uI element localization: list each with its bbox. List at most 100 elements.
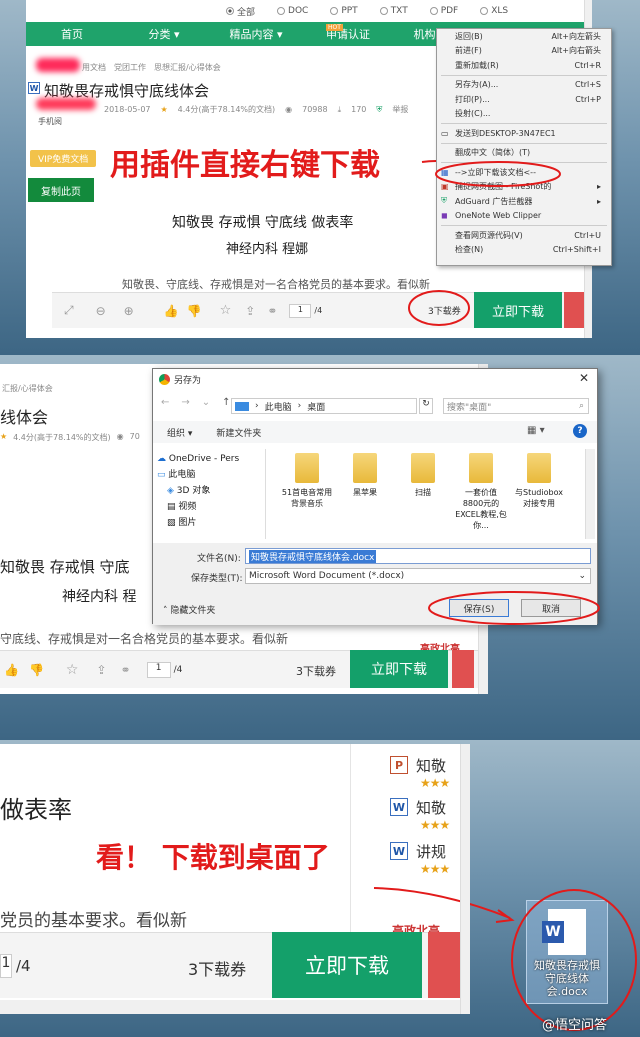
download-icon: ⤓ <box>337 104 342 114</box>
report-link[interactable]: 举报 <box>392 104 408 115</box>
refresh-icon[interactable]: ↻ <box>419 398 433 414</box>
page-input[interactable]: 1 <box>289 303 312 318</box>
sidebar-item-video[interactable]: ▤ 视频 <box>157 499 265 515</box>
menu-view-source[interactable]: 查看网页源代码(V) Ctrl+U <box>437 228 611 243</box>
menu-inspect[interactable]: 检查(N) Ctrl+Shift+I <box>437 243 611 258</box>
file-scrollbar[interactable] <box>585 449 595 539</box>
sidebar-item-onedrive[interactable]: ☁ OneDrive - Pers <box>157 451 265 467</box>
onenote-icon: ◼ <box>441 211 448 221</box>
content-author: 神经内科 程娜 <box>226 242 309 257</box>
favorite-icon[interactable]: ☆ <box>66 662 79 678</box>
format-radio-doc[interactable]: DOC <box>277 6 308 16</box>
menu-reload[interactable]: 重新加载(R) Ctrl+R <box>437 58 611 73</box>
like-icon[interactable]: 👍 <box>164 304 179 318</box>
path-segment[interactable]: 此电脑 <box>265 400 292 413</box>
horizontal-scrollbar[interactable] <box>0 1000 460 1014</box>
red-button[interactable] <box>452 650 474 688</box>
help-icon[interactable]: ? <box>573 424 587 438</box>
share-icon[interactable]: ⇪ <box>96 663 106 677</box>
copy-page-button[interactable]: 复制此页 <box>28 178 94 202</box>
menu-send-to-device[interactable]: ▭ 发送到DESKTOP-3N47EC1 <box>437 126 611 141</box>
dislike-icon[interactable]: 👎 <box>29 663 44 677</box>
folder-item[interactable]: 黑苹果 <box>339 453 391 531</box>
zoom-out-icon[interactable]: ⊖ <box>96 304 106 318</box>
download-now-button[interactable]: 立即下载 <box>474 292 562 328</box>
phone-read[interactable]: 手机阅 <box>38 116 62 127</box>
related-doc-item[interactable]: W 知敬 <box>390 796 449 818</box>
hot-badge: HOT <box>326 24 343 31</box>
zoom-in-icon[interactable]: ⊕ <box>124 304 134 318</box>
link-icon[interactable]: ⚭ <box>267 304 277 318</box>
new-folder-button[interactable]: 新建文件夹 <box>216 426 261 439</box>
menu-cast[interactable]: 投射(C)... <box>437 107 611 122</box>
cloud-icon: ☁ <box>157 454 166 464</box>
chevron-up-icon: ˄ <box>163 606 168 616</box>
forward-arrow-icon[interactable]: → <box>181 397 189 408</box>
divider <box>265 449 266 539</box>
search-input[interactable]: 搜索"桌面" ⌕ <box>443 398 589 414</box>
folder-item[interactable]: 与Studiobox对接专用 <box>513 453 565 531</box>
share-icon[interactable]: ⇪ <box>245 304 255 318</box>
menu-translate[interactable]: 翻成中文（简体）(T) <box>437 146 611 161</box>
related-doc-item[interactable]: P 知敬 <box>390 754 449 776</box>
word-icon: W <box>28 82 40 94</box>
download-ticket: 3下载券 <box>296 665 336 678</box>
nav-premium[interactable]: 精品内容 ▾ <box>210 26 302 42</box>
organize-button[interactable]: 组织 ▾ <box>167 426 192 439</box>
page-input[interactable]: 1 <box>146 661 171 678</box>
breadcrumb-item[interactable]: 思想汇报/心得体会 <box>154 62 221 73</box>
format-radio-ppt[interactable]: PPT <box>330 6 358 16</box>
sidebar-item-3d[interactable]: ◈ 3D 对象 <box>157 483 265 499</box>
dialog-sidebar: ☁ OneDrive - Pers ▭ 此电脑 ◈ 3D 对象 ▤ 视频 ▧ 图… <box>157 451 265 531</box>
red-button[interactable] <box>564 292 584 328</box>
menu-back[interactable]: 返回(B) Alt+向左箭头 <box>437 29 611 44</box>
chevron-down-icon[interactable]: ⌄ <box>202 397 210 408</box>
like-icon[interactable]: 👍 <box>4 663 19 677</box>
nav-category[interactable]: 分类 ▾ <box>118 26 210 42</box>
download-now-button[interactable]: 立即下载 <box>272 932 422 998</box>
filetype-select[interactable]: Microsoft Word Document (*.docx) ⌄ <box>245 568 591 584</box>
download-now-button[interactable]: 立即下载 <box>350 650 448 688</box>
page-total: /4 <box>16 956 31 975</box>
format-radio-xls[interactable]: XLS <box>480 6 508 16</box>
hide-folders-toggle[interactable]: ˄ 隐藏文件夹 <box>163 603 215 616</box>
format-radio-all[interactable]: 全部 <box>226 5 255 18</box>
format-radio-txt[interactable]: TXT <box>379 6 408 16</box>
menu-onenote[interactable]: ◼ OneNote Web Clipper <box>437 209 611 224</box>
up-arrow-icon[interactable]: ↑ <box>222 397 230 408</box>
favorite-icon[interactable]: ☆ <box>220 303 232 318</box>
sidebar-item-pictures[interactable]: ▧ 图片 <box>157 515 265 531</box>
breadcrumb-item[interactable]: 用文档 <box>82 62 106 73</box>
word-icon: W <box>390 798 408 816</box>
breadcrumb-item[interactable]: 党团工作 <box>114 62 146 73</box>
folder-item[interactable]: 一套价值8800元的EXCEL教程,包你... <box>455 453 507 531</box>
red-button[interactable] <box>428 932 460 998</box>
format-radio-pdf[interactable]: PDF <box>429 6 458 16</box>
content-title: 知敬畏 存戒惧 守底 <box>0 558 130 576</box>
fullscreen-icon[interactable]: ⤢ <box>64 303 74 318</box>
folder-item[interactable]: 扫描 <box>397 453 449 531</box>
doc-rating: 4.4分(高于78.14%的文档) <box>177 105 276 114</box>
related-doc-item[interactable]: W 讲规 <box>390 840 449 862</box>
folder-item[interactable]: 51首电音常用背景音乐 <box>281 453 333 531</box>
page-total: /4 <box>173 664 183 675</box>
menu-print[interactable]: 打印(P)... Ctrl+P <box>437 92 611 107</box>
path-segment[interactable]: 桌面 <box>307 400 325 413</box>
nav-certify[interactable]: 申请认证 <box>302 26 394 42</box>
sidebar-item-this-pc[interactable]: ▭ 此电脑 <box>157 467 265 483</box>
page-input[interactable]: 1 <box>0 953 12 978</box>
filename-input[interactable]: 知敬畏存戒惧守底线体会.docx <box>245 548 591 564</box>
scrollbar[interactable] <box>460 744 470 1014</box>
view-options-icon[interactable]: ▦ ▾ <box>527 425 545 436</box>
nav-home[interactable]: 首页 <box>26 26 118 42</box>
menu-forward[interactable]: 前进(F) Alt+向右箭头 <box>437 44 611 59</box>
address-bar[interactable]: › 此电脑 › 桌面 <box>231 398 417 414</box>
breadcrumb: 汇报/心得体会 <box>2 384 53 393</box>
menu-adguard[interactable]: ⛨ AdGuard 广告拦截器 ▸ <box>437 194 611 209</box>
close-icon[interactable]: ✕ <box>579 371 589 385</box>
link-icon[interactable]: ⚭ <box>121 663 131 677</box>
doc-date: 2018-05-07 <box>104 105 151 114</box>
menu-save-as[interactable]: 另存为(A)... Ctrl+S <box>437 78 611 93</box>
back-arrow-icon[interactable]: ← <box>161 397 169 408</box>
dislike-icon[interactable]: 👎 <box>187 304 202 318</box>
